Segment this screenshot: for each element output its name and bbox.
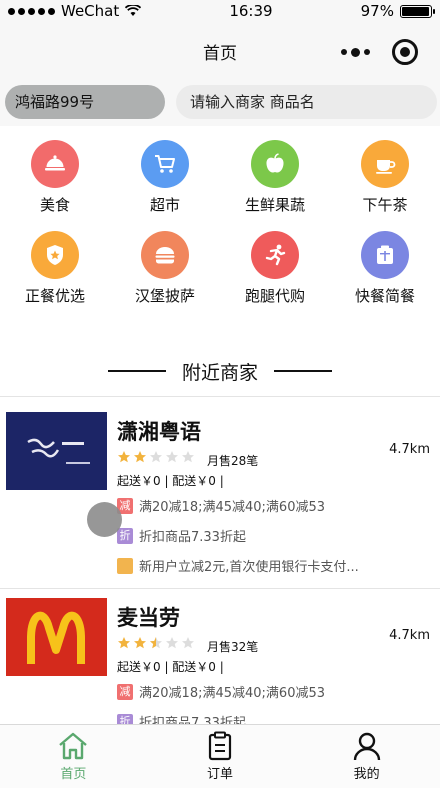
food-cloche-icon: [31, 140, 79, 188]
rating-stars: [117, 450, 195, 464]
category-grid: 美食 超市 生鲜果蔬 下午茶 正餐优选 汉堡披萨 跑腿代购 快餐简餐: [0, 140, 440, 306]
list-divider: [0, 588, 440, 589]
shop-name: 麦当劳: [117, 606, 180, 630]
coffee-cup-icon: [361, 140, 409, 188]
home-icon: [59, 732, 88, 760]
delivery-fee: 起送￥0 | 配送￥0 |: [117, 660, 224, 674]
tab-label: 订单: [207, 767, 234, 782]
mini-program-capsule: [341, 39, 418, 65]
search-row: 鸿福路99号 请输入商家 商品名: [0, 80, 440, 126]
shop-logo-xiaoxiang: [6, 412, 107, 490]
wifi-icon: [125, 5, 142, 16]
new-user-badge: [117, 557, 133, 574]
discount-badge: 减: [117, 683, 133, 700]
tab-bar: 首页 订单 我的: [0, 724, 440, 788]
clipboard-icon: [208, 731, 232, 761]
shop-card[interactable]: 潇湘粤语 4.7km 月售28笔 起送￥0 | 配送￥0 | 减 满20减18;…: [0, 412, 440, 588]
category-label: 正餐优选: [24, 287, 85, 305]
star-icon: [166, 451, 178, 463]
divider-line: [107, 370, 166, 372]
star-icon: [118, 637, 130, 649]
category-item-afternoon-tea[interactable]: 下午茶: [330, 140, 440, 215]
list-divider: [0, 396, 440, 397]
section-header: 附近商家: [0, 356, 440, 386]
tab-label: 首页: [60, 767, 87, 782]
category-item-fast-food[interactable]: 快餐简餐: [330, 231, 440, 306]
touch-indicator: [87, 502, 122, 537]
promo-row: 折 折扣商品7.33折起: [117, 526, 246, 545]
tab-label: 我的: [353, 767, 380, 782]
star-icon: [182, 451, 194, 463]
promo-row: 减 满20减18;满45减40;满60减53: [117, 682, 325, 701]
sale-badge: 折: [117, 713, 133, 724]
runner-icon: [251, 231, 299, 279]
rating-stars: [117, 636, 195, 650]
star-icon: [166, 637, 178, 649]
category-label: 汉堡披萨: [134, 287, 195, 305]
shop-distance: 4.7km: [389, 442, 430, 457]
tab-profile[interactable]: 我的: [293, 725, 440, 788]
category-label: 快餐简餐: [354, 287, 415, 305]
battery-percent: 97%: [360, 2, 394, 20]
category-label: 生鲜果蔬: [244, 196, 305, 214]
category-label: 下午茶: [362, 196, 408, 214]
tab-home[interactable]: 首页: [0, 725, 147, 788]
shop-logo-mcdonalds: [6, 598, 107, 676]
promo-text: 新用户立减2元,首次使用银行卡支付...: [139, 560, 359, 575]
category-label: 超市: [149, 196, 180, 214]
shop-distance: 4.7km: [389, 628, 430, 643]
address-selector[interactable]: 鸿福路99号: [5, 85, 165, 119]
star-icon: [134, 637, 146, 649]
status-bar: WeChat 16:39 97%: [0, 0, 440, 22]
carrier-label: WeChat: [61, 2, 120, 20]
star-icon: [150, 451, 162, 463]
category-item-fresh-produce[interactable]: 生鲜果蔬: [220, 140, 330, 215]
category-item-food[interactable]: 美食: [0, 140, 110, 215]
monthly-sales: 月售32笔: [207, 640, 259, 654]
promo-text: 折扣商品7.33折起: [139, 716, 246, 724]
user-icon: [353, 732, 380, 761]
half-star-icon: [150, 637, 162, 649]
page-title: 首页: [203, 43, 237, 64]
category-label: 美食: [39, 196, 70, 214]
burger-icon: [141, 231, 189, 279]
promo-row: 新用户立减2元,首次使用银行卡支付...: [117, 556, 359, 575]
star-shield-icon: [31, 231, 79, 279]
category-label: 跑腿代购: [244, 287, 305, 305]
monthly-sales: 月售28笔: [207, 454, 259, 468]
battery-icon: [399, 4, 435, 18]
category-item-errands[interactable]: 跑腿代购: [220, 231, 330, 306]
close-target-icon[interactable]: [392, 39, 418, 65]
shop-card[interactable]: 麦当劳 4.7km 月售32笔 起送￥0 | 配送￥0 | 减 满20减18;满…: [0, 598, 440, 724]
shopping-cart-icon: [141, 140, 189, 188]
signal-dots-icon: [8, 7, 55, 15]
section-title: 附近商家: [181, 361, 258, 384]
divider-line: [274, 370, 332, 372]
promo-text: 满20减18;满45减40;满60减53: [139, 500, 326, 515]
category-item-dinner-picks[interactable]: 正餐优选: [0, 231, 110, 306]
shop-name: 潇湘粤语: [117, 420, 201, 444]
category-item-burger-pizza[interactable]: 汉堡披萨: [110, 231, 220, 306]
star-icon: [118, 451, 130, 463]
category-item-supermarket[interactable]: 超市: [110, 140, 220, 215]
tab-orders[interactable]: 订单: [147, 725, 294, 788]
sale-badge: 折: [117, 527, 133, 544]
promo-text: 折扣商品7.33折起: [139, 530, 246, 545]
promo-row: 折 折扣商品7.33折起: [117, 712, 246, 724]
star-icon: [182, 637, 194, 649]
status-time: 16:39: [229, 2, 273, 20]
promo-row: 减 满20减18;满45减40;满60减53: [117, 496, 325, 515]
search-input[interactable]: 请输入商家 商品名: [176, 85, 437, 119]
lunchbox-icon: [361, 231, 409, 279]
more-menu-icon[interactable]: [341, 47, 370, 57]
nav-bar: 首页: [0, 22, 440, 80]
star-icon: [134, 451, 146, 463]
apple-icon: [251, 140, 299, 188]
delivery-fee: 起送￥0 | 配送￥0 |: [117, 474, 224, 488]
promo-text: 满20减18;满45减40;满60减53: [139, 686, 326, 701]
